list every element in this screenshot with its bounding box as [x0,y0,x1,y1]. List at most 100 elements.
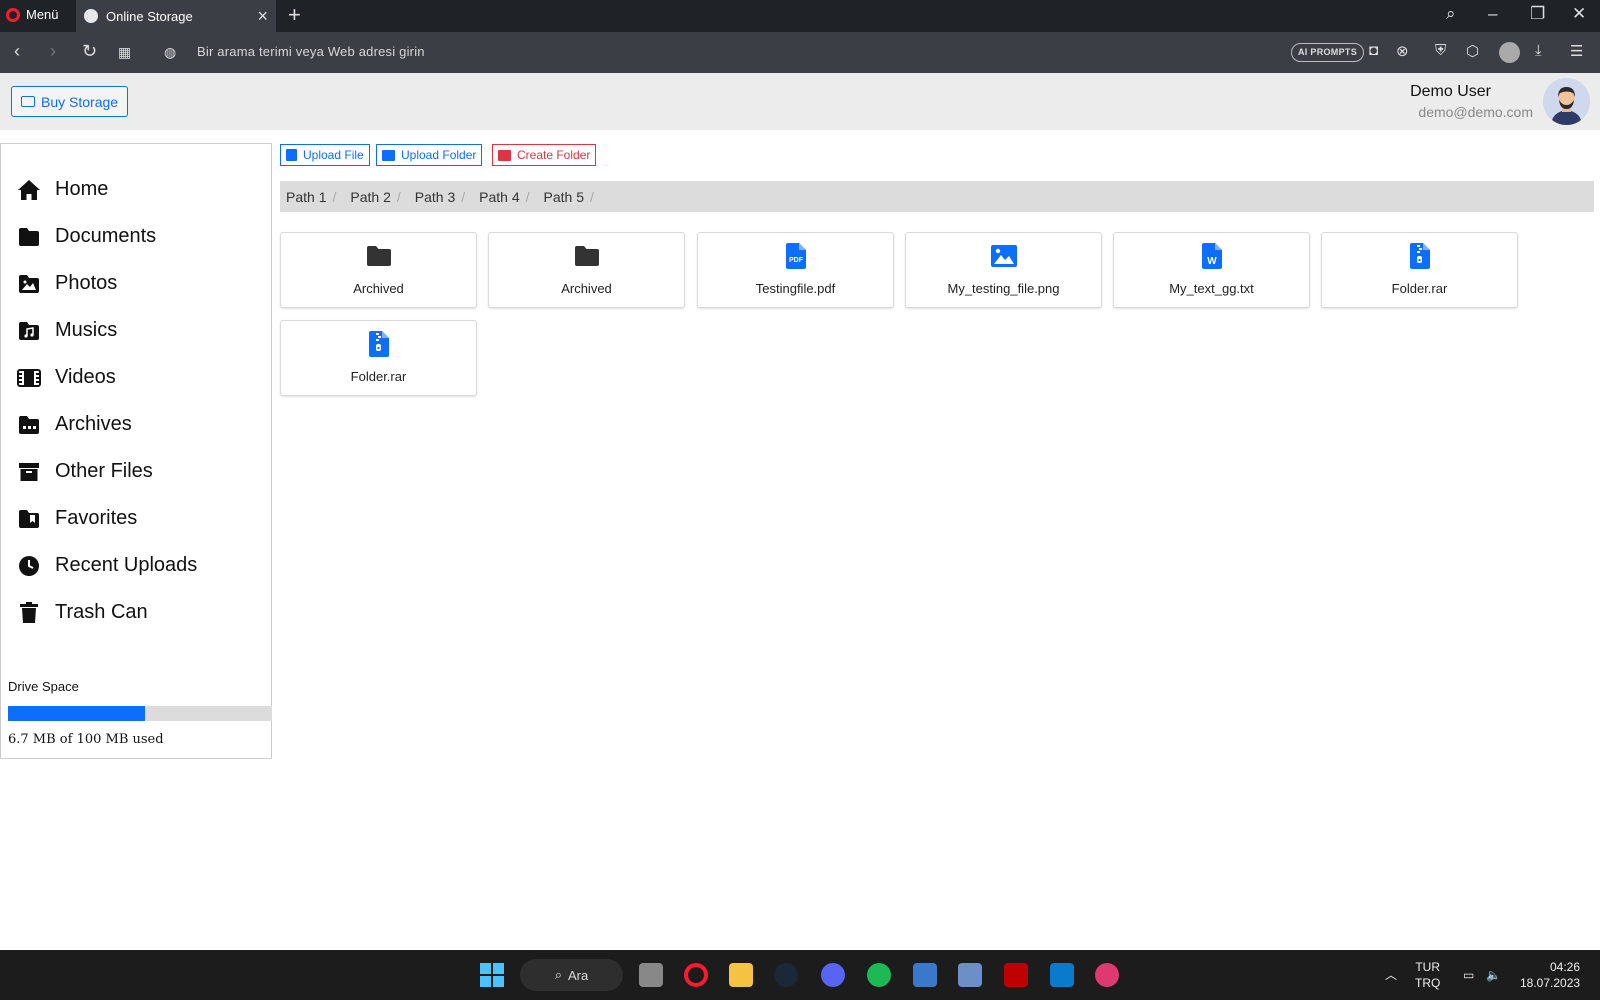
sidebar-item-label: Other Files [55,460,153,482]
clock[interactable]: 04:26 18.07.2023 [1520,959,1580,991]
back-icon[interactable]: ‹ [14,41,20,62]
home-icon [17,179,41,201]
upload-file-button[interactable]: Upload File [280,144,370,166]
windows-start-icon[interactable] [480,963,504,987]
file-card-zip[interactable]: Folder.rar [1321,232,1518,308]
steam-icon[interactable] [774,963,798,987]
file-name: Archived [561,281,612,296]
trash-icon [17,601,41,624]
task-view-icon[interactable] [639,963,663,987]
buy-storage-button[interactable]: Buy Storage [11,86,129,117]
sidebar-item-videos[interactable]: Videos [17,366,116,389]
cube-icon[interactable]: ⬡ [1466,42,1479,60]
word-file-icon: W [1199,243,1225,269]
box-archive-icon [17,461,41,483]
file-card-pdf[interactable]: PDF Testingfile.pdf [697,232,894,308]
music-icon [17,320,41,342]
sidebar-item-home[interactable]: Home [17,178,108,201]
profile-icon[interactable] [1499,42,1520,63]
adblock-icon[interactable]: ⊗ [1396,42,1409,60]
user-email: demo@demo.com [1418,104,1533,120]
upload-folder-button[interactable]: Upload Folder [376,144,483,166]
breadcrumb-item[interactable]: Path 3 / [415,189,479,205]
file-name: My_text_gg.txt [1169,281,1254,296]
vscode-icon[interactable] [1050,963,1074,987]
file-card-image[interactable]: My_testing_file.png [905,232,1102,308]
reload-icon[interactable]: ↻ [82,41,97,62]
sidebar-item-label: Photos [55,272,118,294]
snapshot-icon[interactable]: ◘ [1369,42,1378,59]
sidebar-item-recent-uploads[interactable]: Recent Uploads [17,554,197,577]
create-folder-button[interactable]: Create Folder [492,144,597,166]
taskbar-search[interactable]: ⌕ Ara [520,959,623,991]
drive-usage-text: 6.7 MB of 100 MB used [8,732,164,747]
browser-tab[interactable]: Online Storage × [76,0,276,32]
sidebar-item-label: Musics [55,319,118,341]
file-name: Archived [353,281,404,296]
forward-icon[interactable]: › [50,41,56,62]
opera-menu-button[interactable]: Menü [6,7,59,22]
globe-icon [84,9,98,23]
new-tab-button[interactable]: + [288,3,301,27]
language-code: TUR [1415,960,1440,974]
shield-icon[interactable]: ⛨ [1435,42,1446,59]
sidebar: Home Documents Photos Musics Videos Arch… [0,143,272,759]
svg-text:PDF: PDF [789,257,804,264]
zip-file-icon [1407,243,1433,269]
sidebar-item-favorites[interactable]: Favorites [17,507,137,530]
drive-space-label: Drive Space [8,679,79,694]
file-card-folder[interactable]: Archived [280,232,477,308]
close-window-icon[interactable]: ✕ [1572,4,1586,24]
sidebar-item-trash-can[interactable]: Trash Can [17,601,148,624]
headset-app-icon[interactable] [1095,963,1119,987]
sidebar-item-documents[interactable]: Documents [17,225,156,248]
site-globe-icon: ◍ [164,44,177,60]
search-icon: ⌕ [554,967,563,982]
network-tool-icon[interactable] [913,963,937,987]
sidebar-item-label: Videos [55,366,116,388]
address-input[interactable]: Bir arama terimi veya Web adresi girin [197,44,425,59]
easy-setup-icon[interactable]: ☰ [1570,42,1583,60]
tab-grid-icon[interactable]: ▦ [118,44,131,61]
breadcrumb-item[interactable]: Path 5 / [544,189,608,205]
input-language[interactable]: TUR TRQ [1415,959,1440,991]
clock-icon [17,555,41,577]
clock-date: 18.07.2023 [1520,976,1581,990]
folder-icon [17,226,41,248]
avatar[interactable] [1543,78,1590,125]
sidebar-item-archives[interactable]: Archives [17,413,132,436]
search-tabs-icon[interactable]: ⌕ [1446,4,1456,24]
minimize-icon[interactable]: – [1488,4,1497,24]
file-card-folder[interactable]: Archived [488,232,685,308]
keyboard-layout: TRQ [1415,976,1441,990]
folder-icon [574,243,600,269]
breadcrumb-item[interactable]: Path 1 / [286,189,350,205]
sidebar-item-musics[interactable]: Musics [17,319,117,342]
breadcrumb-item[interactable]: Path 4 / [479,189,543,205]
browser-address-bar: ‹ › ↻ ▦ ◍ Bir arama terimi veya Web adre… [0,32,1600,73]
sidebar-item-photos[interactable]: Photos [17,272,117,295]
ai-prompts-button[interactable]: AI PROMPTS [1291,43,1365,62]
opera-taskbar-icon[interactable] [684,963,708,987]
sidebar-item-label: Trash Can [55,601,148,623]
tab-title: Online Storage [106,8,193,24]
breadcrumb-item[interactable]: Path 2 / [350,189,414,205]
menu-label: Menü [26,7,59,22]
file-card-zip[interactable]: Folder.rar [280,320,477,396]
restore-icon[interactable]: ❐ [1530,4,1545,24]
filezilla-icon[interactable] [1004,963,1028,987]
spotify-icon[interactable] [867,963,891,987]
sidebar-item-other-files[interactable]: Other Files [17,460,153,483]
network-icon[interactable]: ▭ [1463,967,1474,983]
browser-tab-bar: Menü Online Storage × + ⌕ – ❐ ✕ [0,0,1600,32]
tab-close-icon[interactable]: × [257,7,268,25]
file-explorer-icon[interactable] [729,963,753,987]
volume-icon[interactable]: 🔈 [1486,967,1501,983]
breadcrumb-label: Path 2 [350,188,391,205]
file-card-word[interactable]: W My_text_gg.txt [1113,232,1310,308]
tray-chevron-icon[interactable]: ︿ [1385,967,1397,983]
create-folder-label: Create Folder [517,148,591,162]
download-icon[interactable]: ⤓ [1535,42,1542,59]
remote-desktop-icon[interactable] [958,963,982,987]
discord-icon[interactable] [821,963,845,987]
